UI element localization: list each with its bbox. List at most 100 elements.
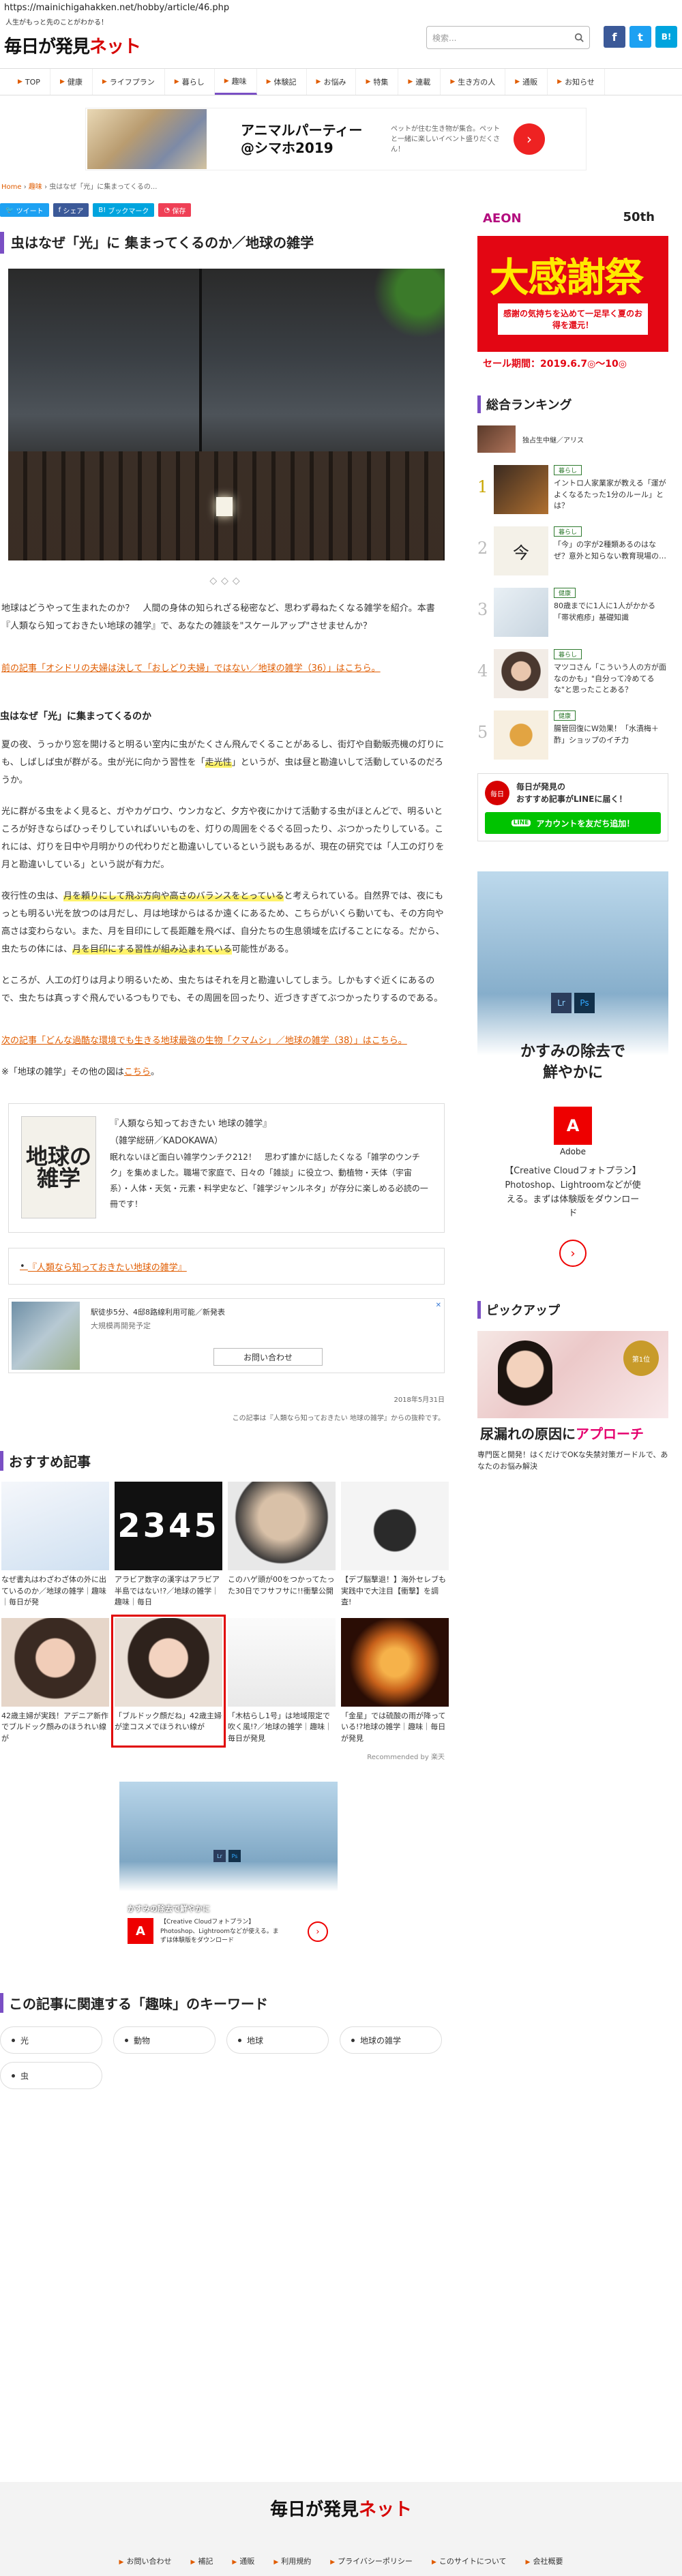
reco-card[interactable]: 「金星」では硫酸の雨が降っている!?地球の雑学｜趣味｜毎日が発見	[341, 1617, 449, 1745]
article-divider: ◇◇◇	[209, 575, 244, 586]
reco-card[interactable]: 【デブ脳撃退！】海外セレブも実践中で大注目【衝撃】を調査!	[341, 1482, 449, 1608]
reco-card[interactable]: 「木枯らし1号」は地域限定で吹く風!?／地球の雑学｜趣味｜毎日が発見	[228, 1617, 336, 1745]
ranking-item[interactable]: 3 健康 80歳までに1人に1人がかかる「帯状疱疹」基礎知識	[477, 588, 668, 637]
facebook-share-button[interactable]: f シェア	[53, 203, 89, 217]
line-icon: LINE	[511, 820, 531, 826]
logo-net: ネット	[89, 37, 141, 57]
top-ad-go-button[interactable]: ›	[514, 123, 545, 155]
next-article-link[interactable]: 次の記事「どんな過酷な環境でも生きる地球最強の生物「クマムシ」／地球の雑学（38…	[1, 1036, 407, 1046]
ranking-item[interactable]: 1 暮らし イントロ人家業家が教える「運がよくなるたった1分のルール」とは？	[477, 465, 668, 514]
line-box: 毎日 毎日が発見の おすすめ記事がLINEに届く！ LINE アカウントを友だち追…	[477, 773, 668, 841]
lightroom-icon: Lr	[213, 1850, 226, 1862]
line-add-friend-button[interactable]: LINE アカウントを友だち追加！	[485, 812, 661, 834]
nav-item-life[interactable]: ▶ 暮らし	[165, 69, 215, 95]
main-column: Home › 趣味 › 虫はなぜ「光」に集まってくるの... 🐦 ツイート f …	[0, 181, 454, 2089]
pickup-image[interactable]: 第1位 尿漏れの原因に アプローチ	[477, 1331, 668, 1447]
keyword-pill[interactable]: 地球の雑学	[340, 2026, 442, 2054]
nav-item-series[interactable]: ▶ 連載	[398, 69, 441, 95]
footer-link[interactable]: ▶ プライバシーポリシー	[330, 2556, 413, 2566]
keyword-pill[interactable]: 動物	[113, 2026, 216, 2054]
pocket-button[interactable]: ◔ 保存	[158, 203, 192, 217]
reco-image	[1, 1617, 109, 1707]
side-ad-go-button[interactable]: ›	[559, 1240, 587, 1267]
side-ad-heading: かすみの除去で 鮮やかに	[520, 1043, 625, 1081]
hatena-icon[interactable]: B!	[655, 26, 677, 48]
twitter-icon[interactable]: t	[629, 26, 651, 48]
series-note: ※「地球の雑学」その他の図はこちら。	[1, 1067, 160, 1077]
book-info-box: 地球の雑学 『人類なら知っておきたい 地球の雑学』 （雑学総研／KADOKAWA…	[8, 1103, 445, 1233]
series-note-link[interactable]: こちら	[124, 1067, 151, 1077]
close-icon[interactable]: ✕	[436, 1302, 441, 1309]
nav-item-health[interactable]: ▶ 健康	[50, 69, 93, 95]
footer-link[interactable]: ▶ 通販	[232, 2556, 254, 2566]
aeon-ad[interactable]: AEON 50th 大感謝祭 感謝の気持ちを込めて一足早く夏のお得を還元！ セー…	[477, 205, 668, 375]
aeon-headline: 大感謝祭	[490, 254, 644, 301]
hatena-bookmark-button[interactable]: B! ブックマーク	[93, 203, 155, 217]
footer-link[interactable]: ▶ 利用規約	[273, 2556, 311, 2566]
top-ad-banner[interactable]: アニマルパーティー @シマホ2019 ペットが住む生き物が集合。ペットと一緒に楽…	[85, 108, 587, 170]
adobe-logo-icon: A	[554, 1107, 592, 1145]
bottom-ad-go-button[interactable]: ›	[308, 1921, 328, 1942]
inline-ad-contact-button[interactable]: お問い合わせ	[213, 1348, 323, 1366]
search-icon[interactable]	[574, 33, 584, 42]
nav-item-hobby[interactable]: ▶ 趣味	[214, 69, 257, 95]
nav-item-experience[interactable]: ▶ 体験記	[257, 69, 307, 95]
nav-item-worries[interactable]: ▶ お悩み	[307, 69, 357, 95]
twitter-icon: 🐦	[5, 206, 16, 214]
reco-card[interactable]: 2345 アラビア数字の漢字はアラビア半島ではない!?／地球の雑学｜趣味｜毎日	[115, 1482, 222, 1608]
nav-item-shop[interactable]: ▶ 通販	[505, 69, 548, 95]
chevron-right-icon: ▶	[224, 77, 229, 85]
reco-card[interactable]: なぜ書丸はわざわざ体の外に出ているのか／地球の雑学｜趣味｜毎日が発	[1, 1482, 109, 1608]
footer-link[interactable]: ▶ 補記	[190, 2556, 213, 2566]
keyword-pill[interactable]: 光	[0, 2026, 102, 2054]
inline-ad-line1: 駅徒歩5分、4邸8路線利用可能／新発表	[91, 1308, 225, 1317]
lightroom-icon: Lr	[551, 993, 572, 1013]
article-title: 虫はなぜ「光」に 集まってくるのか／地球の雑学	[0, 232, 454, 254]
article-paragraph-1: 夏の夜、うっかり窓を開けると明るい室内に虫がたくさん飛んでくることがあるし、街灯…	[1, 740, 445, 785]
hatena-icon: B!	[98, 206, 108, 214]
line-box-title: 毎日が発見の おすすめ記事がLINEに届く！	[516, 782, 627, 804]
pickup-caption[interactable]: 専門医と開発！はくだけでOKな失禁対策ガードルで、あなたのお悩み解決	[477, 1450, 668, 1472]
nav-item-top[interactable]: ▶ TOP	[8, 69, 50, 95]
inline-ad-image	[12, 1302, 80, 1370]
footer-link[interactable]: ▶ 会社概要	[526, 2556, 563, 2566]
prev-article-link[interactable]: 前の記事「オシドリの夫婦は決して「おしどり夫婦」ではない／地球の雑学（36）」は…	[1, 663, 381, 674]
inline-ad[interactable]: 駅徒歩5分、4邸8路線利用可能／新発表 大規模再開発予定 お問い合わせ ✕	[8, 1298, 445, 1373]
keywords-section: この記事に関連する「趣味」のキーワード 光 動物 地球 地球の雑学 虫	[0, 1993, 454, 2089]
nav-item-lifeplan[interactable]: ▶ ライフプラン	[93, 69, 165, 95]
facebook-icon[interactable]: f	[604, 26, 625, 48]
site-logo[interactable]: 毎日が発見ネット	[4, 33, 141, 58]
nav-item-people[interactable]: ▶ 生き方の人	[441, 69, 506, 95]
footer-link[interactable]: ▶ お問い合わせ	[119, 2556, 172, 2566]
nav-item-news[interactable]: ▶ お知らせ	[548, 69, 605, 95]
aeon-sub: 感謝の気持ちを込めて一足早く夏のお得を還元！	[498, 303, 648, 335]
search-input[interactable]: 検索...	[426, 26, 590, 49]
keyword-pill[interactable]: 地球	[226, 2026, 329, 2054]
reco-card[interactable]: 42歳主婦が実践！アデニア新作でブルドック顔みのほうれい線が	[1, 1617, 109, 1745]
keyword-pill[interactable]: 虫	[0, 2062, 102, 2089]
ranking-top-item[interactable]: 独占生中継／アリス	[477, 425, 668, 453]
article-paragraph-3: 夜行性の虫は、月を頼りにして飛ぶ方向や高さのバランスをとっていると考えられている…	[1, 891, 445, 955]
footer-link[interactable]: ▶ このサイトについて	[432, 2556, 507, 2566]
nav-item-special[interactable]: ▶ 特集	[356, 69, 399, 95]
main-nav: ▶ TOP ▶ 健康 ▶ ライフプラン ▶ 暮らし ▶ 趣味 ▶ 体験記 ▶ お悩み ▶ 特集 …	[0, 68, 682, 95]
ranking-item[interactable]: 2 今 暮らし 「今」の字が2種類あるのはなぜ？意外と知らない教育現場の…	[477, 526, 668, 575]
book-cover[interactable]: 地球の雑学	[21, 1116, 96, 1218]
reco-image	[228, 1617, 336, 1707]
ranking-item[interactable]: 5 健康 腸管回復にW効果！「水漬梅＋酢」ショップのイチ力	[477, 710, 668, 760]
book-publisher: （雑学総研／KADOKAWA）	[110, 1135, 223, 1146]
book-link[interactable]: • 『人類なら知っておきたい地球の雑学』	[8, 1248, 445, 1285]
ranking-item[interactable]: 4 暮らし マツコさん「こういう人の方が面なのかも」"自分って冷めてるな"と思った…	[477, 649, 668, 698]
reco-card-selected[interactable]: 「ブルドック顔だね」42歳主婦が塗コスメでほうれい線が	[111, 1614, 226, 1748]
chevron-right-icon: ▶	[174, 78, 179, 85]
breadcrumb-category[interactable]: 趣味	[29, 183, 42, 191]
breadcrumb-home[interactable]: Home	[1, 183, 22, 191]
recommended-by[interactable]: Recommended by 楽天	[0, 1751, 445, 1761]
bottom-ad-caption: かすみの除去で鮮やかに	[128, 1904, 210, 1913]
tweet-button[interactable]: 🐦 ツイート	[0, 203, 49, 217]
facebook-icon: f	[58, 206, 63, 214]
footer-logo[interactable]: 毎日が発見ネット	[0, 2496, 682, 2521]
reco-card[interactable]: このハゲ頭が00をつかってたった30日でフサフサに!!衝撃公開	[228, 1482, 336, 1608]
bottom-ad[interactable]: Lr Ps かすみの除去で鮮やかに A 【Creative Cloudフォトプラ…	[119, 1782, 338, 1959]
side-ad[interactable]: Lr Ps かすみの除去で 鮮やかに A Adobe 【Creative Clo…	[477, 871, 668, 1280]
